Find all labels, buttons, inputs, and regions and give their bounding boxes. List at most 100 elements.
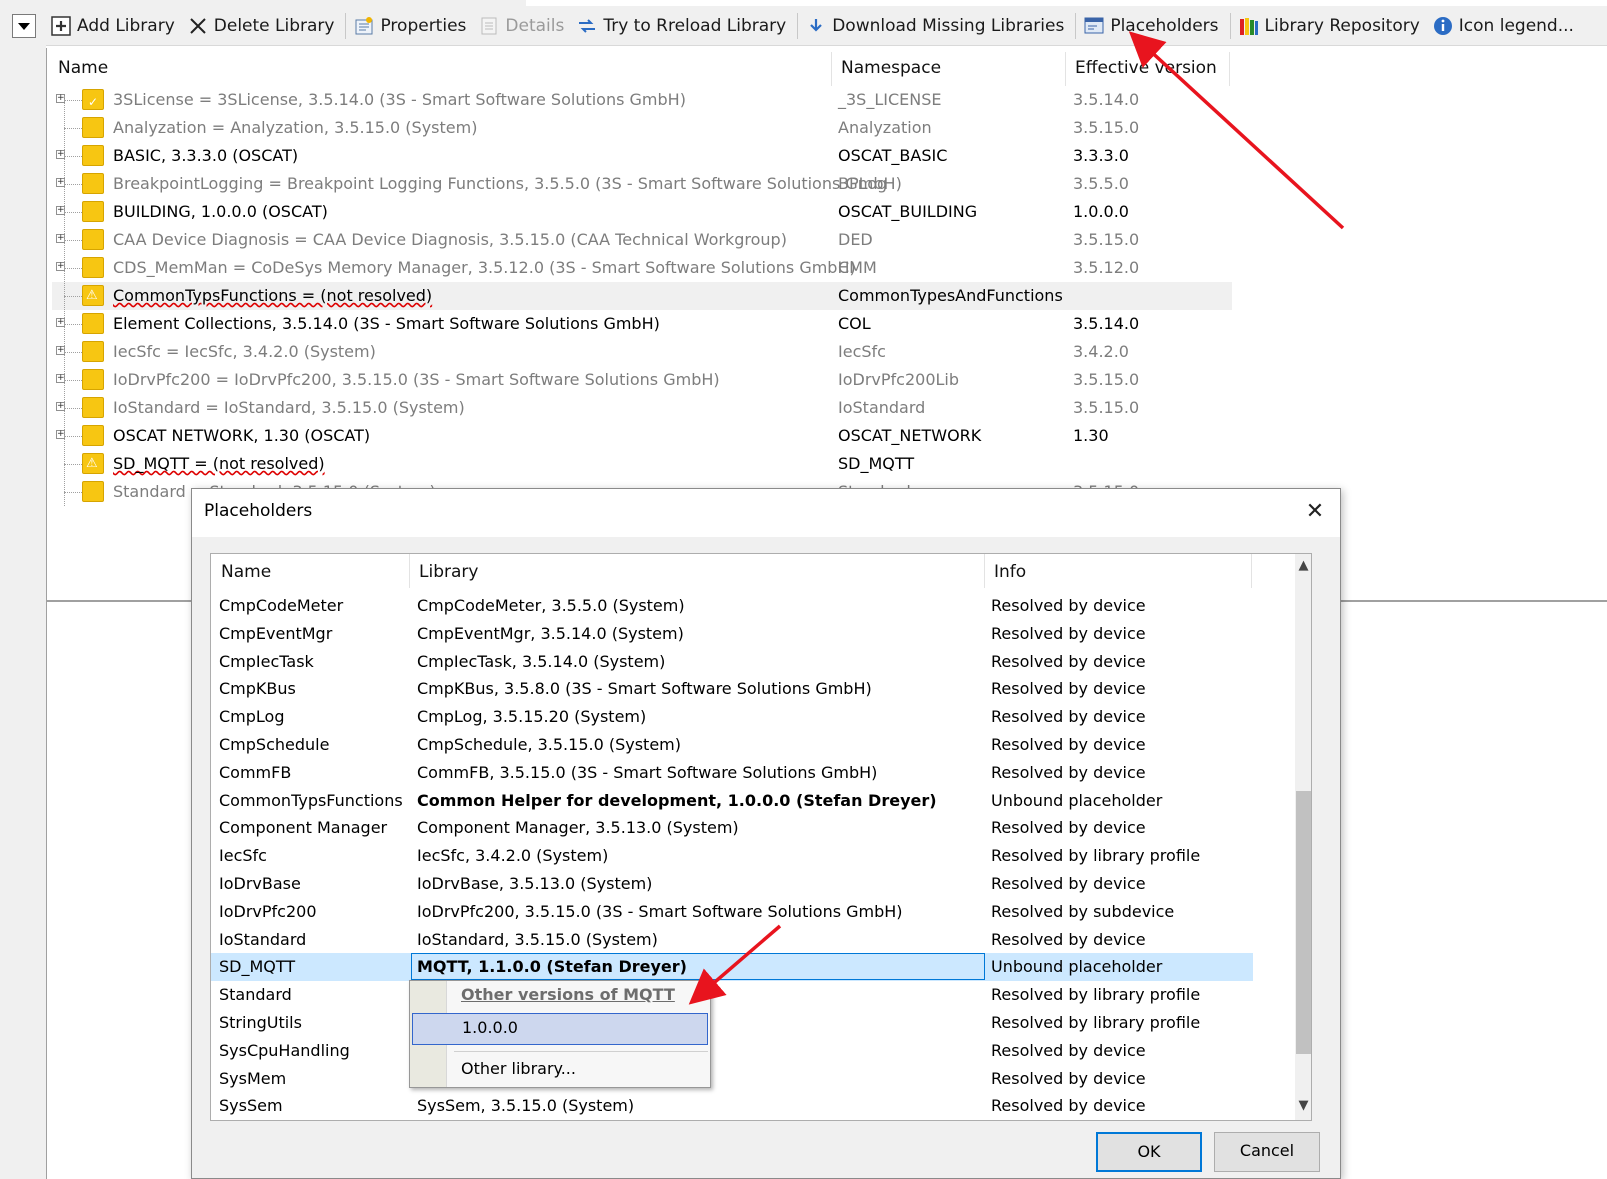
- try-reload-library-button[interactable]: Try to Rreload Library: [572, 6, 794, 45]
- placeholder-row[interactable]: SysSem SysSem, 3.5.15.0 (System) Resolved …: [211, 1092, 1253, 1120]
- tree-connector: [64, 408, 82, 409]
- library-name: Element Collections, 3.5.14.0 (3S - Smar…: [113, 314, 660, 333]
- placeholder-row[interactable]: Component Manager Component Manager, 3.5.…: [211, 814, 1253, 842]
- library-row[interactable]: + BUILDING, 1.0.0.0 (OSCAT) OSCAT_BUILDING…: [52, 198, 1232, 226]
- menu-item-version[interactable]: 1.0.0.0: [412, 1013, 708, 1045]
- placeholder-name: CmpCodeMeter: [219, 596, 344, 615]
- placeholder-name: CommonTypsFunctions: [219, 790, 403, 810]
- library-name: BASIC, 3.3.3.0 (OSCAT): [113, 146, 299, 165]
- placeholder-library: CmpIecTask, 3.5.14.0 (System): [417, 651, 666, 671]
- placeholder-row[interactable]: CmpKBus CmpKBus, 3.5.8.0 (3S - Smart Soft…: [211, 675, 1253, 703]
- placeholder-library: Common Helper for development, 1.0.0.0 (…: [417, 790, 937, 810]
- placeholder-row[interactable]: StringUtils Resolved by library profile: [211, 1009, 1253, 1037]
- library-row[interactable]: + BASIC, 3.3.3.0 (OSCAT) OSCAT_BASIC 3.3.3.…: [52, 142, 1232, 170]
- download-missing-libraries-button[interactable]: Download Missing Libraries: [801, 6, 1072, 45]
- library-row[interactable]: + CDS_MemMan = CoDeSys Memory Manager, 3.…: [52, 254, 1232, 282]
- library-row[interactable]: + OSCAT NETWORK, 1.30 (OSCAT) OSCAT_NETWOR…: [52, 422, 1232, 450]
- placeholder-row[interactable]: CommFB CommFB, 3.5.15.0 (3S - Smart Softw…: [211, 759, 1253, 787]
- column-header-name[interactable]: Name: [48, 54, 832, 86]
- cancel-button[interactable]: Cancel: [1214, 1132, 1320, 1172]
- placeholder-library: Component Manager, 3.5.13.0 (System): [417, 818, 739, 838]
- column-header-namespace[interactable]: Namespace: [831, 54, 1065, 86]
- library-icon: [82, 425, 104, 446]
- menu-item-other-library[interactable]: Other library...: [461, 1059, 576, 1078]
- library-version: 3.5.14.0: [1073, 90, 1140, 109]
- add-library-label: Add Library: [77, 15, 175, 36]
- properties-button[interactable]: Properties: [349, 6, 474, 45]
- column-separator: [1251, 554, 1252, 588]
- grid-header-name[interactable]: Name: [211, 554, 409, 588]
- library-namespace: BPLog: [838, 174, 888, 193]
- tree-connector: [64, 212, 82, 213]
- download-icon: [805, 15, 827, 37]
- panel-dropdown-button[interactable]: [12, 14, 36, 38]
- placeholder-library: CmpKBus, 3.5.8.0 (3S - Smart Software So…: [417, 679, 872, 699]
- properties-label: Properties: [380, 15, 467, 36]
- library-row[interactable]: + IecSfc = IecSfc, 3.4.2.0 (System) IecSfc…: [52, 338, 1232, 366]
- placeholder-row[interactable]: IoDrvPfc200 IoDrvPfc200, 3.5.15.0 (3S - S…: [211, 898, 1253, 926]
- library-row[interactable]: + Element Collections, 3.5.14.0 (3S - Sma…: [52, 310, 1232, 338]
- add-library-button[interactable]: Add Library: [46, 6, 183, 45]
- placeholder-row[interactable]: IecSfc IecSfc, 3.4.2.0 (System) Resolved b…: [211, 842, 1253, 870]
- panel-gap: [38, 0, 46, 1179]
- grid-header-info[interactable]: Info: [984, 554, 1251, 588]
- scroll-up-icon[interactable]: ▲: [1295, 558, 1311, 573]
- placeholders-button[interactable]: Placeholders: [1079, 6, 1226, 45]
- library-repository-button[interactable]: Library Repository: [1234, 6, 1428, 45]
- scrollbar-thumb[interactable]: [1296, 791, 1311, 1054]
- library-row[interactable]: + IoDrvPfc200 = IoDrvPfc200, 3.5.15.0 (3S…: [52, 366, 1232, 394]
- placeholder-row[interactable]: CmpLog CmpLog, 3.5.15.20 (System) Resolved…: [211, 703, 1253, 731]
- placeholder-row[interactable]: IoStandard IoStandard, 3.5.15.0 (System) R…: [211, 926, 1253, 954]
- grid-header-library[interactable]: Library: [409, 554, 984, 588]
- library-namespace: CMM: [838, 258, 877, 277]
- placeholder-row[interactable]: IoDrvBase IoDrvBase, 3.5.13.0 (System) Res…: [211, 870, 1253, 898]
- placeholder-library: CmpLog, 3.5.15.20 (System): [417, 707, 647, 727]
- library-icon: [82, 369, 104, 390]
- details-button[interactable]: Details: [474, 6, 572, 45]
- scroll-down-icon[interactable]: ▼: [1295, 1098, 1311, 1113]
- library-icon: [82, 481, 104, 502]
- library-namespace: IecSfc: [838, 342, 886, 361]
- placeholder-row[interactable]: CommonTypsFunctions Common Helper for dev…: [211, 787, 1253, 815]
- placeholder-info: Resolved by library profile: [991, 985, 1201, 1005]
- try-reload-label: Try to Rreload Library: [603, 15, 787, 36]
- library-version: 3.5.15.0: [1073, 118, 1140, 137]
- toolbar-separator: [1075, 12, 1077, 39]
- library-repository-icon: [1238, 15, 1260, 37]
- library-version: 3.5.15.0: [1073, 398, 1140, 417]
- placeholder-row[interactable]: SD_MQTT MQTT, 1.1.0.0 (Stefan Dreyer) Unbo…: [211, 953, 1253, 982]
- library-name: BUILDING, 1.0.0.0 (OSCAT): [113, 202, 328, 221]
- placeholder-row[interactable]: SysMem Resolved by device: [211, 1065, 1253, 1093]
- library-row[interactable]: +3SLicense = 3SLicense, 3.5.14.0 (3S - S…: [52, 86, 1232, 116]
- menu-separator: [454, 1051, 708, 1052]
- library-row[interactable]: + IoStandard = IoStandard, 3.5.15.0 (Syst…: [52, 394, 1232, 422]
- placeholder-row[interactable]: CmpIecTask CmpIecTask, 3.5.14.0 (System) R…: [211, 648, 1253, 676]
- reload-icon: [576, 15, 598, 37]
- placeholder-row[interactable]: Standard Resolved by library profile: [211, 981, 1253, 1009]
- placeholder-info: Resolved by device: [991, 929, 1146, 949]
- library-name: BreakpointLogging = Breakpoint Logging F…: [113, 174, 902, 193]
- delete-icon: [187, 15, 209, 37]
- placeholder-row[interactable]: CmpSchedule CmpSchedule, 3.5.15.0 (System…: [211, 731, 1253, 759]
- library-row[interactable]: + BreakpointLogging = Breakpoint Logging …: [52, 170, 1232, 198]
- warning-library-icon: [82, 282, 104, 310]
- library-row[interactable]: CommonTypsFunctions = (not resolved) Comm…: [52, 282, 1232, 310]
- delete-library-button[interactable]: Delete Library: [183, 6, 343, 45]
- library-row[interactable]: + CAA Device Diagnosis = CAA Device Diagn…: [52, 226, 1232, 254]
- placeholder-info: Resolved by library profile: [991, 846, 1201, 866]
- library-row[interactable]: Analyzation = Analyzation, 3.5.15.0 (Sys…: [52, 114, 1232, 142]
- placeholder-library: IoStandard, 3.5.15.0 (System): [417, 929, 658, 949]
- library-version: 3.5.14.0: [1073, 314, 1140, 333]
- placeholder-row[interactable]: CmpCodeMeter CmpCodeMeter, 3.5.5.0 (Syste…: [211, 592, 1253, 620]
- placeholder-row[interactable]: CmpEventMgr CmpEventMgr, 3.5.14.0 (System…: [211, 620, 1253, 648]
- icon-legend-button[interactable]: Icon legend...: [1428, 6, 1582, 45]
- close-icon[interactable]: ✕: [1299, 497, 1331, 529]
- library-row[interactable]: SD_MQTT = (not resolved) SD_MQTT: [52, 450, 1232, 478]
- placeholder-name: CmpLog: [219, 707, 285, 727]
- placeholder-row[interactable]: SysCpuHandling Resolved by device: [211, 1037, 1253, 1065]
- column-header-effective-version[interactable]: Effective version: [1065, 54, 1230, 86]
- placeholders-label: Placeholders: [1110, 15, 1219, 36]
- tree-connector: [64, 296, 82, 297]
- placeholder-library: CmpSchedule, 3.5.15.0 (System): [417, 735, 681, 754]
- ok-button[interactable]: OK: [1096, 1132, 1202, 1172]
